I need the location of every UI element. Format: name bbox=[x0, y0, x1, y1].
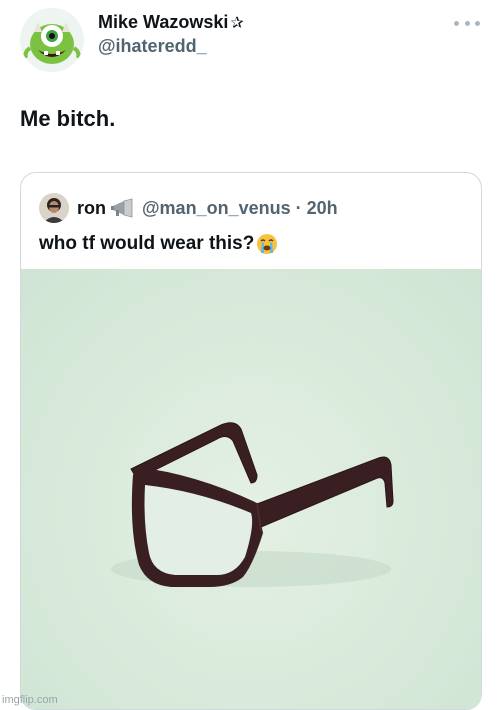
more-dot bbox=[454, 20, 459, 26]
person-avatar-icon bbox=[39, 193, 69, 223]
quoted-tweet[interactable]: ron @man_on_venus · 20h who tf would wea… bbox=[20, 172, 482, 710]
author-name-row[interactable]: Mike Wazowski ✰ bbox=[98, 10, 244, 34]
author-avatar[interactable] bbox=[20, 8, 84, 72]
quoted-tweet-text-row: who tf would wear this? bbox=[39, 231, 278, 257]
more-options-icon[interactable] bbox=[454, 18, 480, 28]
tweet-text: Me bitch. bbox=[20, 106, 116, 131]
eyeglasses-image bbox=[111, 422, 394, 587]
crying-face-emoji-icon bbox=[257, 234, 278, 254]
author-display-name[interactable]: Mike Wazowski bbox=[98, 12, 228, 32]
meta-separator: · bbox=[295, 197, 302, 218]
megaphone-icon bbox=[111, 198, 133, 218]
tweet-header: Mike Wazowski ✰ @ihateredd_ bbox=[20, 8, 480, 72]
quoted-tweet-header: ron @man_on_venus · 20h bbox=[39, 193, 338, 223]
quoted-author-name[interactable]: ron bbox=[77, 198, 106, 219]
author-badge: ✰ bbox=[230, 15, 244, 32]
quoted-author-avatar[interactable] bbox=[39, 193, 69, 223]
author-handle[interactable]: @ihateredd_ bbox=[98, 34, 244, 58]
quoted-timestamp[interactable]: 20h bbox=[307, 198, 338, 219]
quoted-author-handle[interactable]: @man_on_venus bbox=[142, 198, 291, 219]
quoted-tweet-text: who tf would wear this? bbox=[39, 233, 255, 254]
mike-wazowski-avatar-icon bbox=[20, 8, 84, 72]
more-dot bbox=[464, 20, 470, 26]
imgflip-watermark: imgflip.com bbox=[2, 694, 58, 706]
more-dot bbox=[475, 20, 480, 26]
quoted-tweet-photo[interactable] bbox=[21, 269, 481, 709]
author-identity: Mike Wazowski ✰ @ihateredd_ bbox=[98, 10, 244, 58]
